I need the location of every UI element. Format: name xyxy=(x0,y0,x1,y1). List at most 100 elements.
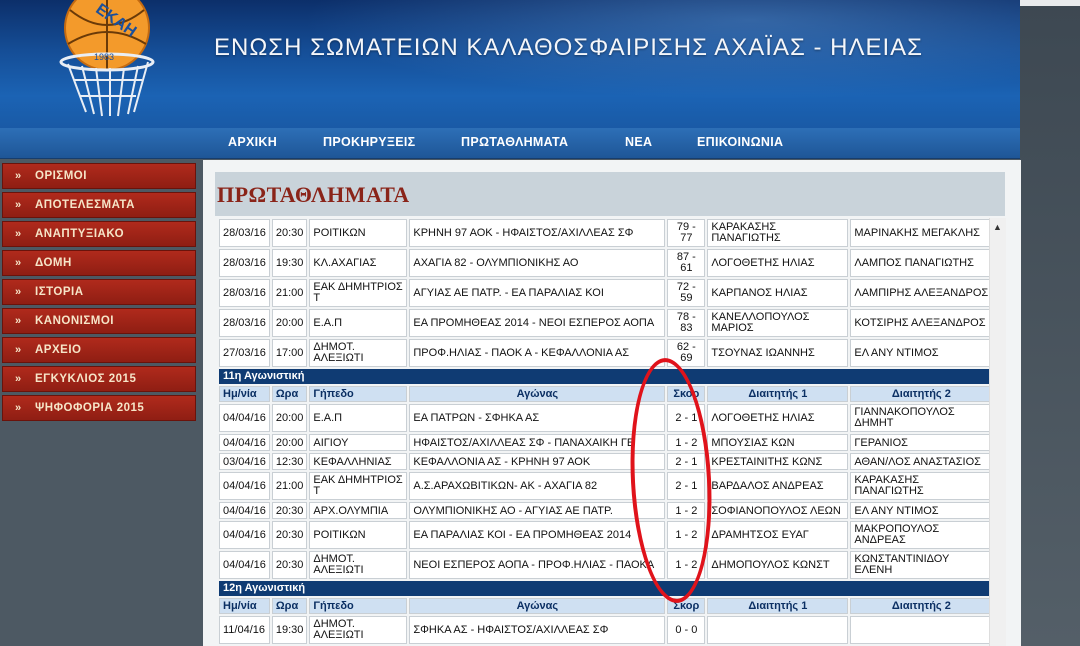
table-cell: ΚΕΦΑΛΛΗΝΙΑΣ xyxy=(309,453,408,470)
sidebar-item-development[interactable]: » ΑΝΑΠΤΥΞΙΑΚΟ xyxy=(2,221,196,247)
column-header[interactable]: Ωρα xyxy=(271,598,308,614)
sidebar-item-definitions[interactable]: » ΟΡΙΣΜΟΙ xyxy=(2,163,196,189)
column-header[interactable]: Σκορ xyxy=(667,386,706,402)
table-cell: ΚΕΦΑΛΛΟΝΙΑ ΑΣ - ΚΡΗΝΗ 97 ΑΟΚ xyxy=(409,453,666,470)
table-row: 28/03/16 20:00 Ε.Α.Π ΕΑ ΠΡΟΜΗΘΕΑΣ 2014 - ΝΕ… xyxy=(219,309,993,337)
table-cell: 12:30 xyxy=(271,453,308,470)
sidebar-item-regulations[interactable]: » ΚΑΝΟΝΙΣΜΟΙ xyxy=(2,308,196,334)
table-cell: 20:00 xyxy=(271,309,308,337)
table-cell xyxy=(850,616,993,644)
nav-announcements[interactable]: ΠΡΟΚΗΡΥΞΕΙΣ xyxy=(323,135,415,149)
table-cell: ΚΑΝΕΛΛΟΠΟΥΛΟΣ ΜΑΡΙΟΣ xyxy=(707,309,849,337)
table-cell: 72 - 59 xyxy=(667,279,706,307)
table-cell: ΚΛ.ΑΧΑΓΙΑΣ xyxy=(309,249,408,277)
table-cell: 04/04/16 xyxy=(219,502,270,519)
column-header[interactable]: Ημ/νία xyxy=(219,598,270,614)
table-cell: 04/04/16 xyxy=(219,434,270,451)
double-chevron-right-icon: » xyxy=(15,286,22,298)
table-row: 04/04/16 20:00 ΑΙΓΙΟΥ ΗΦΑΙΣΤΟΣ/ΑΧΙΛΛΕΑΣ ΣΦ … xyxy=(219,434,993,451)
table-row: 11/04/16 19:30 ΔΗΜΟΤ. ΑΛΕΞΙΩΤΙ ΣΦΗΚΑ ΑΣ - Η… xyxy=(219,616,993,644)
table-cell: ΜΑΡΙΝΑΚΗΣ ΜΕΓΑΚΛΗΣ xyxy=(850,219,993,247)
column-header[interactable]: Σκορ xyxy=(667,598,706,614)
main-nav: ΑΡΧΙΚΗ ΠΡΟΚΗΡΥΞΕΙΣ ΠΡΩΤΑΘΛΗΜΑΤΑ ΝΕΑ ΕΠΙΚ… xyxy=(0,128,1020,159)
table-row: 27/03/16 17:00 ΔΗΜΟΤ. ΑΛΕΞΙΩΤΙ ΠΡΟΦ.ΗΛΙΑΣ -… xyxy=(219,339,993,367)
sidebar-menu: » ΟΡΙΣΜΟΙ » ΑΠΟΤΕΛΕΣΜΑΤΑ » ΑΝΑΠΤΥΞΙΑΚΟ » ΔΟΜ… xyxy=(0,163,198,424)
sidebar-item-structure[interactable]: » ΔΟΜΗ xyxy=(2,250,196,276)
table-cell: 11/04/16 xyxy=(219,616,270,644)
column-header-row: Ημ/νία Ωρα Γήπεδο Αγώνας Σκορ Διαιτητής 1 Διαι… xyxy=(219,386,993,402)
table-cell: ΕΑ ΠΑΤΡΩΝ - ΣΦΗΚΑ ΑΣ xyxy=(409,404,666,432)
sidebar-item-circular-2015[interactable]: » ΕΓΚΥΚΛΙΟΣ 2015 xyxy=(2,366,196,392)
round-title: 12η Αγωνιστική xyxy=(219,581,993,596)
table-cell: 79 - 77 xyxy=(667,219,706,247)
column-header[interactable]: Διαιτητής 2 xyxy=(850,386,993,402)
table-cell: 19:30 xyxy=(271,616,308,644)
table-cell: ΚΡΕΣΤΑΙΝΙΤΗΣ ΚΩΝΣ xyxy=(707,453,849,470)
sidebar-item-label: ΔΟΜΗ xyxy=(35,257,72,269)
sidebar-item-label: ΨΗΦΟΦΟΡΙΑ 2015 xyxy=(35,402,145,414)
table-cell: ΚΡΗΝΗ 97 ΑΟΚ - ΗΦΑΙΣΤΟΣ/ΑΧΙΛΛΕΑΣ ΣΦ xyxy=(409,219,666,247)
table-cell: 04/04/16 xyxy=(219,472,270,500)
scroll-up-arrow-icon[interactable]: ▲ xyxy=(993,222,1002,232)
column-header[interactable]: Ημ/νία xyxy=(219,386,270,402)
table-cell: 27/03/16 xyxy=(219,339,270,367)
basketball-logo-icon[interactable]: ΕΚΑΗ 1983 xyxy=(52,0,162,118)
sidebar-item-label: ΚΑΝΟΝΙΣΜΟΙ xyxy=(35,315,114,327)
nav-news[interactable]: ΝΕΑ xyxy=(625,135,652,149)
column-header[interactable]: Ωρα xyxy=(271,386,308,402)
table-cell: ΚΑΡΠΑΝΟΣ ΗΛΙΑΣ xyxy=(707,279,849,307)
column-header[interactable]: Διαιτητής 1 xyxy=(707,386,849,402)
table-cell: ΟΛΥΜΠΙΟΝΙΚΗΣ ΑΟ - ΑΓΥΙΑΣ ΑΕ ΠΑΤΡ. xyxy=(409,502,666,519)
table-row: 04/04/16 20:30 ΔΗΜΟΤ. ΑΛΕΞΙΩΤΙ ΝΕΟΙ ΕΣΠΕΡΟΣ… xyxy=(219,551,993,579)
table-cell: 20:00 xyxy=(271,404,308,432)
nav-home[interactable]: ΑΡΧΙΚΗ xyxy=(228,135,277,149)
column-header[interactable]: Διαιτητής 2 xyxy=(850,598,993,614)
table-cell: 19:30 xyxy=(271,249,308,277)
table-cell: ΕΑ ΠΑΡΑΛΙΑΣ ΚΟΙ - ΕΑ ΠΡΟΜΗΘΕΑΣ 2014 xyxy=(409,521,666,549)
round-header-row: 12η Αγωνιστική xyxy=(219,581,993,596)
table-cell: Α.Σ.ΑΡΑΧΩΒΙΤΙΚΩΝ- ΑΚ - ΑΧΑΓΙΑ 82 xyxy=(409,472,666,500)
table-cell: ΜΑΚΡΟΠΟΥΛΟΣ ΑΝΔΡΕΑΣ xyxy=(850,521,993,549)
column-header[interactable]: Γήπεδο xyxy=(309,386,408,402)
column-header[interactable]: Γήπεδο xyxy=(309,598,408,614)
table-cell xyxy=(707,616,849,644)
column-header[interactable]: Αγώνας xyxy=(409,598,666,614)
table-cell: ΑΡΧ.ΟΛΥΜΠΙΑ xyxy=(309,502,408,519)
table-cell: ΡΟΙΤΙΚΩΝ xyxy=(309,219,408,247)
table-cell: 28/03/16 xyxy=(219,219,270,247)
page-title: ΠΡΩΤΑΘΛΗΜΑΤΑ xyxy=(217,182,410,207)
table-cell: ΔΗΜΟΤ. ΑΛΕΞΙΩΤΙ xyxy=(309,616,408,644)
fixtures-table-container[interactable]: 28/03/16 20:30 ΡΟΙΤΙΚΩΝ ΚΡΗΝΗ 97 ΑΟΚ - ΗΦΑΙ… xyxy=(217,217,1007,646)
table-cell: ΗΦΑΙΣΤΟΣ/ΑΧΙΛΛΕΑΣ ΣΦ - ΠΑΝΑΧΑΙΚΗ ΓΕ xyxy=(409,434,666,451)
column-header[interactable]: Αγώνας xyxy=(409,386,666,402)
table-cell: 62 - 69 xyxy=(667,339,706,367)
table-cell: ΑΙΓΙΟΥ xyxy=(309,434,408,451)
vertical-scrollbar[interactable]: ▲ xyxy=(989,218,1006,646)
table-cell: ΔΗΜΟΤ. ΑΛΕΞΙΩΤΙ xyxy=(309,551,408,579)
table-cell: 1 - 2 xyxy=(667,521,706,549)
table-cell: ΔΗΜΟΠΟΥΛΟΣ ΚΩΝΣΤ xyxy=(707,551,849,579)
table-cell: 78 - 83 xyxy=(667,309,706,337)
table-cell: ΕΛ ΑΝΥ ΝΤΙΜΟΣ xyxy=(850,502,993,519)
double-chevron-right-icon: » xyxy=(15,257,22,269)
table-cell: ΠΡΟΦ.ΗΛΙΑΣ - ΠΑΟΚ Α - ΚΕΦΑΛΛΟΝΙΑ ΑΣ xyxy=(409,339,666,367)
table-cell: ΒΑΡΔΑΛΟΣ ΑΝΔΡΕΑΣ xyxy=(707,472,849,500)
nav-championships[interactable]: ΠΡΩΤΑΘΛΗΜΑΤΑ xyxy=(461,135,568,149)
table-row: 04/04/16 20:00 Ε.Α.Π ΕΑ ΠΑΤΡΩΝ - ΣΦΗΚΑ ΑΣ 2 … xyxy=(219,404,993,432)
table-row: 04/04/16 20:30 ΡΟΙΤΙΚΩΝ ΕΑ ΠΑΡΑΛΙΑΣ ΚΟΙ - Ε… xyxy=(219,521,993,549)
sidebar-item-history[interactable]: » ΙΣΤΟΡΙΑ xyxy=(2,279,196,305)
sidebar-item-label: ΑΡΧΕΙΟ xyxy=(35,344,82,356)
sidebar-item-archive[interactable]: » ΑΡΧΕΙΟ xyxy=(2,337,196,363)
table-cell: ΛΑΜΠΟΣ ΠΑΝΑΓΙΩΤΗΣ xyxy=(850,249,993,277)
sidebar-item-voting-2015[interactable]: » ΨΗΦΟΦΟΡΙΑ 2015 xyxy=(2,395,196,421)
table-cell: 03/04/16 xyxy=(219,453,270,470)
column-header[interactable]: Διαιτητής 1 xyxy=(707,598,849,614)
table-cell: 17:00 xyxy=(271,339,308,367)
double-chevron-right-icon: » xyxy=(15,199,22,211)
table-cell: ΛΟΓΟΘΕΤΗΣ ΗΛΙΑΣ xyxy=(707,249,849,277)
nav-contact[interactable]: ΕΠΙΚΟΙΝΩΝΙΑ xyxy=(697,135,783,149)
table-cell: 28/03/16 xyxy=(219,309,270,337)
table-row: 28/03/16 19:30 ΚΛ.ΑΧΑΓΙΑΣ ΑΧΑΓΙΑ 82 - ΟΛΥΜΠ… xyxy=(219,249,993,277)
table-cell: ΣΦΗΚΑ ΑΣ - ΗΦΑΙΣΤΟΣ/ΑΧΙΛΛΕΑΣ ΣΦ xyxy=(409,616,666,644)
sidebar-item-results[interactable]: » ΑΠΟΤΕΛΕΣΜΑΤΑ xyxy=(2,192,196,218)
